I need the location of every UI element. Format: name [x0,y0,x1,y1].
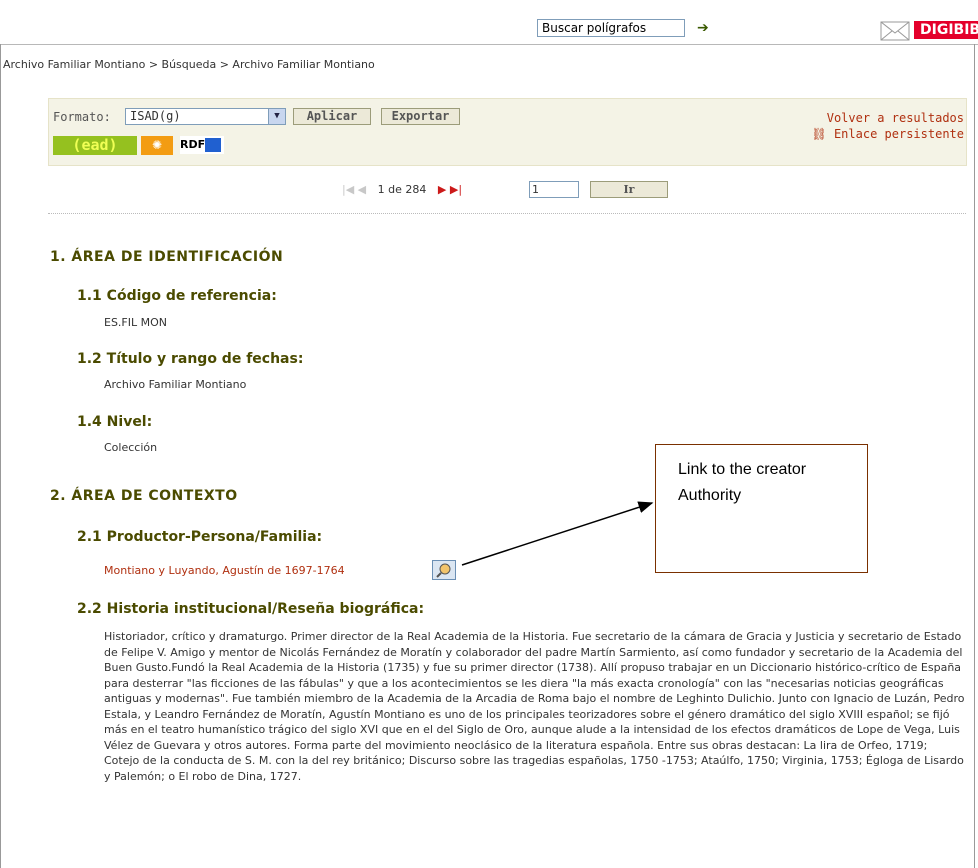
callout-arrow [461,501,654,566]
annotation-callout: Link to the creator Authority [655,444,868,573]
